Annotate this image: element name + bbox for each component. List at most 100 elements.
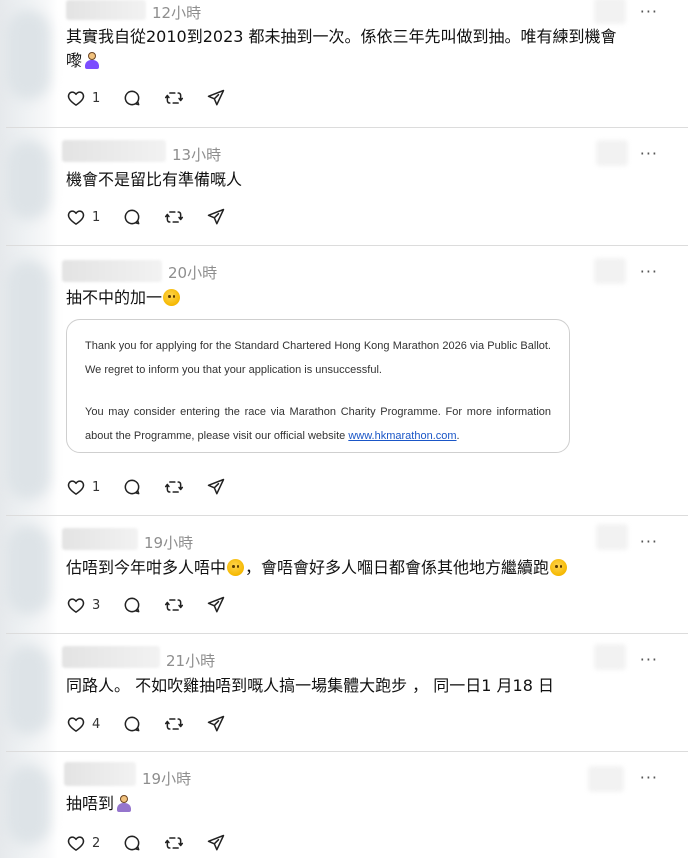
post-text-line: 估唔到今年咁多人唔中 [66,558,227,577]
comment-icon [124,209,140,225]
repost-icon [165,211,184,223]
like-button[interactable]: 1 [66,88,100,108]
reply-button[interactable] [122,714,142,734]
send-icon [208,715,225,732]
post-actions: 4 [66,712,248,736]
repost-icon [165,599,184,611]
blurred-badge [594,258,626,284]
blurred-username [64,762,136,786]
post-text-line: ，會唔會好多人嗰日都會係其他地方繼續跑 [245,558,550,577]
post-actions: 3 [66,593,248,617]
comment-icon [124,597,140,613]
repost-icon [165,481,184,493]
post-text-line: 其實我自從2010到2023 都未抽到一次。係依三年先叫做到抽。唯有練到機會 [66,27,617,46]
post-time: 19小時 [142,770,192,788]
grinning-sweat-emoji-icon [227,559,245,576]
blurred-username [62,646,160,668]
more-options-button[interactable]: ··· [640,650,658,669]
send-icon [208,834,225,851]
send-icon [208,89,225,106]
send-icon [208,596,225,613]
reply-post: 19小時 ··· 抽唔到 2 [0,752,688,858]
blurred-username [66,0,146,20]
like-count: 4 [92,716,101,732]
like-button[interactable]: 2 [66,833,100,853]
share-button[interactable] [206,833,226,853]
more-options-button[interactable]: ··· [640,144,658,163]
heart-icon [67,480,85,495]
post-text: 估唔到今年咁多人唔中 ，會唔會好多人嗰日都會係其他地方繼續跑 [66,556,648,580]
send-icon [208,478,225,495]
like-button[interactable]: 1 [66,207,100,227]
post-actions: 1 [66,86,248,110]
card-text: . [456,430,460,442]
blurred-badge [588,766,624,792]
blurred-badge [594,644,626,670]
like-button[interactable]: 3 [66,595,100,615]
post-text: 機會不是留比有準備嘅人 [66,170,243,189]
repost-button[interactable] [164,714,184,734]
blurred-username [62,528,138,550]
reply-button[interactable] [122,595,142,615]
repost-button[interactable] [164,88,184,108]
post-time: 21小時 [166,652,216,670]
comment-icon [124,716,140,732]
share-button[interactable] [206,88,226,108]
more-options-button[interactable]: ··· [640,532,658,551]
post-text: 抽不中的加一 [66,286,648,310]
share-button[interactable] [206,477,226,497]
repost-button[interactable] [164,207,184,227]
reply-button[interactable] [122,833,142,853]
person-gesturing-emoji-icon [115,794,133,812]
card-text: You may consider entering the race via M… [85,406,551,442]
like-count: 1 [92,479,101,495]
more-options-button[interactable]: ··· [640,768,658,787]
comment-icon [124,479,140,495]
repost-icon [165,837,184,849]
blurred-badge [596,140,628,166]
send-icon [208,208,225,225]
like-button[interactable]: 1 [66,477,100,497]
post-text: 抽唔到 [66,792,648,816]
share-button[interactable] [206,207,226,227]
post-time: 19小時 [144,534,194,552]
card-paragraph: Thank you for applying for the Standard … [85,340,551,376]
repost-button[interactable] [164,595,184,615]
like-count: 2 [92,835,101,851]
heart-icon [67,836,85,851]
more-options-button[interactable]: ··· [640,262,658,281]
post-actions: 2 [66,831,248,855]
post-actions: 1 [66,475,248,499]
comment-icon [124,90,140,106]
card-paragraph: You may consider entering the race via M… [85,400,551,448]
like-count: 3 [92,597,101,613]
heart-icon [67,598,85,613]
more-options-button[interactable]: ··· [640,2,658,21]
website-link[interactable]: www.hkmarathon.com [348,430,456,442]
post-time: 13小時 [172,146,222,164]
attached-image-card[interactable]: Thank you for applying for the Standard … [66,319,570,453]
share-button[interactable] [206,595,226,615]
repost-icon [165,718,184,730]
blurred-badge [594,0,626,24]
share-button[interactable] [206,714,226,734]
comment-icon [124,835,140,851]
reply-post: 13小時 ··· 機會不是留比有準備嘅人 1 [0,128,688,246]
reply-button[interactable] [122,477,142,497]
blurred-username [62,140,166,162]
like-count: 1 [92,209,101,225]
frowning-face-emoji-icon [163,289,181,306]
reply-button[interactable] [122,88,142,108]
reply-post: 19小時 ··· 估唔到今年咁多人唔中 ，會唔會好多人嗰日都會係其他地方繼續跑 3 [0,516,688,634]
like-count: 1 [92,90,101,106]
repost-button[interactable] [164,477,184,497]
post-actions: 1 [66,205,248,229]
post-text: 其實我自從2010到2023 都未抽到一次。係依三年先叫做到抽。唯有練到機會 嚟 [66,25,648,73]
heart-icon [67,210,85,225]
blurred-badge [596,524,628,550]
heart-icon [67,717,85,732]
repost-icon [165,92,184,104]
reply-button[interactable] [122,207,142,227]
repost-button[interactable] [164,833,184,853]
like-button[interactable]: 4 [66,714,100,734]
